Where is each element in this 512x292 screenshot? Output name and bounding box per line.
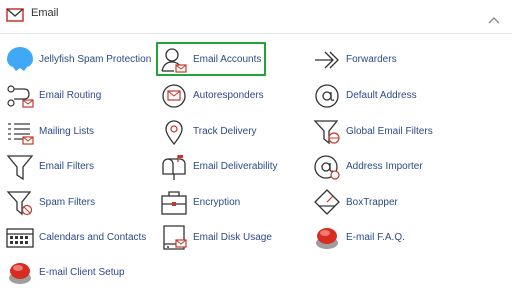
global-filter-icon [313, 117, 341, 147]
item-email-deliverability[interactable]: Email Deliverability [160, 152, 280, 182]
envelope-icon [6, 8, 24, 22]
disk-icon [160, 223, 188, 253]
section-title: Email [31, 7, 59, 19]
item-forwarders[interactable]: Forwarders [313, 45, 403, 75]
item-spam-filters[interactable]: Spam Filters [6, 188, 106, 218]
item-label: BoxTrapper [346, 197, 398, 208]
item-jellyfish-spam-protection[interactable]: Jellyfish Spam Protection [6, 45, 151, 75]
autoresponder-icon [160, 81, 188, 111]
item-label: Forwarders [346, 54, 397, 65]
routing-icon [6, 81, 34, 111]
item-default-address[interactable]: Default Address [313, 81, 423, 111]
item-email-accounts[interactable]: Email Accounts [160, 45, 262, 75]
at-import-icon [313, 152, 341, 182]
item-label: Global Email Filters [346, 126, 433, 137]
item-global-email-filters[interactable]: Global Email Filters [313, 117, 443, 147]
item-track-delivery[interactable]: Track Delivery [160, 117, 270, 147]
mailbox-icon [160, 152, 188, 182]
item-label: E-mail F.A.Q. [346, 232, 405, 243]
location-pin-icon [160, 117, 188, 147]
item-label: E-mail Client Setup [39, 267, 125, 278]
item-label: Track Delivery [193, 126, 257, 137]
item-email-filters[interactable]: Email Filters [6, 152, 106, 182]
spam-filter-icon [6, 188, 34, 218]
forward-arrows-icon [313, 45, 341, 75]
item-label: Email Disk Usage [193, 232, 272, 243]
jellyfish-icon [6, 45, 34, 75]
item-calendars-and-contacts[interactable]: Calendars and Contacts [6, 223, 146, 253]
filter-icon [6, 152, 34, 182]
box-trap-icon [313, 188, 341, 218]
item-autoresponders[interactable]: Autoresponders [160, 81, 270, 111]
help-button-icon [6, 258, 34, 288]
item-boxtrapper[interactable]: BoxTrapper [313, 188, 413, 218]
item-label: Calendars and Contacts [39, 232, 147, 243]
list-icon [6, 117, 34, 147]
item-label: Email Filters [39, 161, 95, 172]
item-address-importer[interactable]: Address Importer [313, 152, 433, 182]
item-email-faq[interactable]: E-mail F.A.Q. [313, 223, 413, 253]
item-label: Mailing Lists [39, 126, 95, 137]
item-email-disk-usage[interactable]: Email Disk Usage [160, 223, 280, 253]
item-label: Jellyfish Spam Protection [39, 54, 152, 65]
item-label: Autoresponders [193, 90, 264, 101]
user-mail-icon [160, 45, 188, 75]
email-section-header[interactable]: Email [0, 0, 512, 34]
at-sign-icon [313, 81, 341, 111]
briefcase-lock-icon [160, 188, 188, 218]
item-email-routing[interactable]: Email Routing [6, 81, 106, 111]
calendar-icon [6, 223, 34, 253]
item-label: Email Accounts [193, 54, 262, 65]
item-encryption[interactable]: Encryption [160, 188, 260, 218]
item-label: Spam Filters [39, 197, 96, 208]
item-mailing-lists[interactable]: Mailing Lists [6, 117, 106, 147]
item-label: Email Deliverability [193, 161, 278, 172]
item-label: Default Address [346, 90, 417, 101]
help-button-icon [313, 223, 341, 253]
item-label: Address Importer [346, 161, 423, 172]
item-email-client-setup[interactable]: E-mail Client Setup [6, 258, 126, 288]
chevron-up-icon[interactable] [488, 11, 500, 24]
item-label: Encryption [193, 197, 241, 208]
item-label: Email Routing [39, 90, 102, 101]
